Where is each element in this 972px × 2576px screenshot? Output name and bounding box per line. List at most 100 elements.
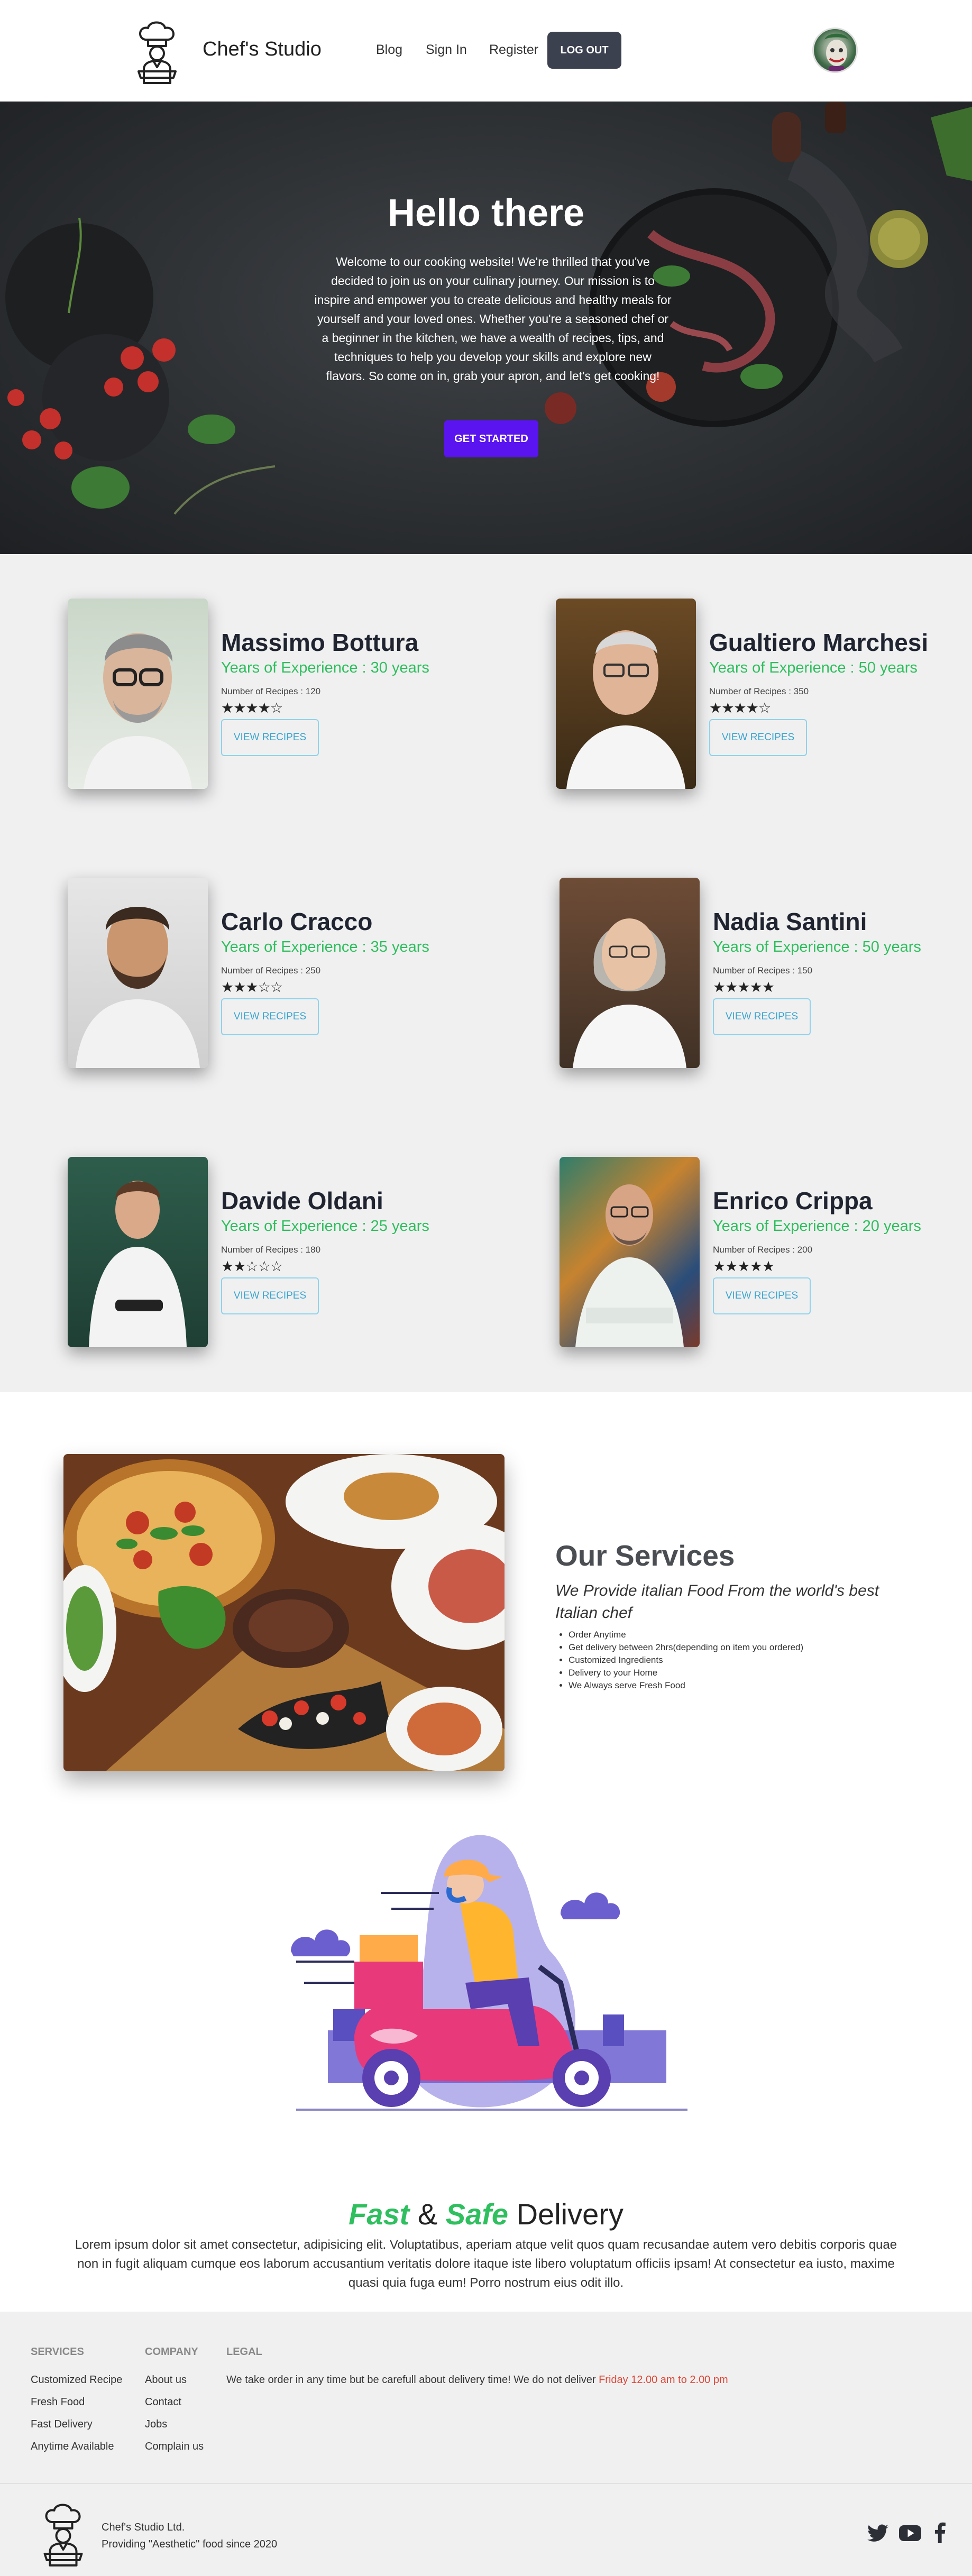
chef-card: Nadia Santini Years of Experience : 50 y… [560,878,961,1068]
chef-card: Enrico Crippa Years of Experience : 20 y… [560,1157,961,1347]
chef-name: Davide Oldani [221,1187,383,1215]
chef-name: Nadia Santini [713,908,867,935]
list-item: We Always serve Fresh Food [568,1679,803,1692]
footer-link[interactable]: About us [145,2374,187,2386]
view-recipes-button[interactable]: VIEW RECIPES [221,719,319,756]
chef-name: Carlo Cracco [221,908,373,935]
brand-name[interactable]: Chef's Studio [203,38,322,61]
chef-logo-icon[interactable] [132,19,182,85]
chef-photo [560,878,700,1068]
footer-company-heading: COMPANY [145,2346,198,2358]
footer-link[interactable]: Complain us [145,2441,204,2453]
chef-photo [68,878,208,1068]
delivery-title-safe: Safe [445,2197,509,2231]
chef-experience: Years of Experience : 50 years [709,659,918,676]
italian-food-table-icon [63,1454,505,1771]
services-food-image [63,1454,505,1771]
chef-experience: Years of Experience : 50 years [713,939,921,955]
list-item: Delivery to your Home [568,1667,803,1679]
youtube-icon[interactable] [899,2524,921,2542]
footer-legal-text: We take order in any time but be careful… [226,2374,728,2386]
view-recipes-button[interactable]: VIEW RECIPES [221,998,319,1035]
chef-recipes-count: Number of Recipes : 180 [221,1245,321,1255]
chef-card: Gualtiero Marchesi Years of Experience :… [556,599,958,789]
chef-logo-icon[interactable] [37,2501,90,2567]
delivery-title-amp: & [417,2197,438,2231]
services-list: Order Anytime Get delivery between 2hrs(… [568,1629,803,1692]
chef-name: Massimo Bottura [221,629,419,656]
chef-recipes-count: Number of Recipes : 150 [713,965,813,976]
delivery-title-fast: Fast [349,2197,410,2231]
list-item: Order Anytime [568,1629,803,1641]
footer-divider [0,2483,972,2484]
chef-recipes-count: Number of Recipes : 250 [221,965,321,976]
footer-link[interactable]: Fast Delivery [31,2418,93,2431]
twitter-icon[interactable] [867,2524,888,2542]
top-navbar: Chef's Studio Blog Sign In Register LOG … [0,0,972,102]
footer-link[interactable]: Anytime Available [31,2441,114,2453]
chef-card: Davide Oldani Years of Experience : 25 y… [68,1157,470,1347]
footer-link[interactable]: Contact [145,2396,181,2408]
chef-rating-stars-icon: ★★★★☆ [709,700,771,716]
hero-title: Hello there [387,192,585,234]
footer-tagline: Providing "Aesthetic" food since 2020 [102,2538,278,2550]
chef-photo [560,1157,700,1347]
logout-button[interactable]: LOG OUT [547,32,621,69]
chef-recipes-count: Number of Recipes : 120 [221,686,321,696]
services-subtitle: We Provide italian Food From the world's… [555,1582,879,1622]
chef-rating-stars-icon: ★★★☆☆ [221,979,283,995]
hero-description: Welcome to our cooking website! We're th… [314,255,672,383]
user-avatar[interactable] [812,27,858,73]
view-recipes-button[interactable]: VIEW RECIPES [713,998,811,1035]
footer-company-info: Chef's Studio Ltd. Providing "Aesthetic"… [102,2519,277,2553]
footer-link[interactable]: Jobs [145,2418,167,2431]
avatar-face-icon [824,33,849,71]
chef-rating-stars-icon: ★★★★★ [713,1258,775,1274]
chef-experience: Years of Experience : 30 years [221,659,429,676]
list-item: Get delivery between 2hrs(depending on i… [568,1641,803,1654]
hero-section: Hello there Welcome to our cooking websi… [0,102,972,554]
view-recipes-button[interactable]: VIEW RECIPES [221,1277,319,1314]
chef-photo [68,1157,208,1347]
footer: SERVICES Customized Recipe Fresh Food Fa… [0,2312,972,2576]
delivery-scooter-illustration-icon [291,1835,687,2111]
chef-experience: Years of Experience : 35 years [221,939,429,955]
footer-legal-heading: LEGAL [226,2346,262,2358]
nav-link-sign-in[interactable]: Sign In [426,42,467,58]
chef-card: Carlo Cracco Years of Experience : 35 ye… [68,878,470,1068]
facebook-icon[interactable] [934,2522,946,2543]
view-recipes-button[interactable]: VIEW RECIPES [713,1277,811,1314]
list-item: Customized Ingredients [568,1654,803,1667]
footer-link[interactable]: Fresh Food [31,2396,85,2408]
legal-hours: Friday 12.00 am to 2.00 pm [599,2374,728,2386]
chef-experience: Years of Experience : 25 years [221,1218,429,1235]
view-recipes-button[interactable]: VIEW RECIPES [709,719,807,756]
nav-link-register[interactable]: Register [489,42,538,58]
chefs-section: Massimo Bottura Years of Experience : 30… [0,554,972,1392]
chef-portrait-icon [84,633,192,789]
chef-rating-stars-icon: ★★★★☆ [221,700,283,716]
chef-portrait-icon [566,630,685,789]
get-started-button[interactable]: GET STARTED [444,420,538,457]
chef-photo [556,599,696,789]
chef-portrait-icon [575,1184,684,1347]
chef-card: Massimo Bottura Years of Experience : 30… [68,599,470,789]
chef-photo [68,599,208,789]
delivery-description: Lorem ipsum dolor sit amet consectetur, … [75,2238,897,2290]
footer-company-name: Chef's Studio Ltd. [102,2522,185,2533]
chef-rating-stars-icon: ★★★★★ [713,979,775,995]
chef-name: Gualtiero Marchesi [709,629,929,656]
chef-portrait-icon [76,907,200,1068]
chef-name: Enrico Crippa [713,1187,873,1215]
chef-portrait-icon [573,918,686,1068]
chef-portrait-icon [89,1181,187,1347]
legal-text: We take order in any time but be careful… [226,2374,596,2386]
delivery-title: Fast & Safe Delivery [0,2197,972,2231]
footer-services-heading: SERVICES [31,2346,84,2358]
chef-rating-stars-icon: ★★☆☆☆ [221,1258,283,1274]
footer-link[interactable]: Customized Recipe [31,2374,122,2386]
chef-recipes-count: Number of Recipes : 350 [709,686,809,696]
chef-recipes-count: Number of Recipes : 200 [713,1245,813,1255]
services-title: Our Services [555,1539,735,1572]
nav-link-blog[interactable]: Blog [376,42,402,58]
